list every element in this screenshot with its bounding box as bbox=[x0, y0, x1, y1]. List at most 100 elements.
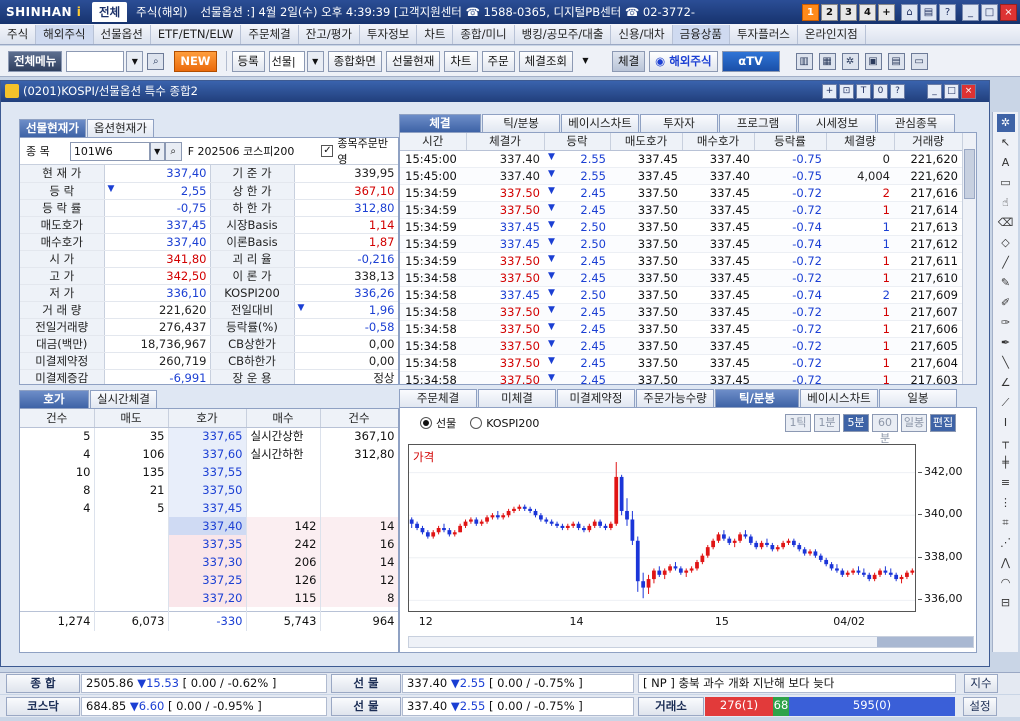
chart-scrollbar[interactable] bbox=[408, 636, 974, 648]
line-tool-icon[interactable]: ╱ bbox=[997, 254, 1015, 272]
calculator-icon[interactable]: ▦ bbox=[818, 52, 836, 70]
table-row[interactable]: 15:45:00 337.40 ▼ 2.55 337.45 337.40 -0.75 0 221… bbox=[400, 150, 962, 168]
radio-futures[interactable] bbox=[420, 417, 432, 429]
futures-current-button[interactable]: 선물현재 bbox=[386, 50, 441, 72]
zero-icon[interactable]: 0 bbox=[873, 84, 888, 99]
ask-price[interactable]: 337,65 bbox=[168, 427, 247, 445]
arc-icon[interactable]: ◠ bbox=[997, 574, 1015, 592]
clear-all-icon[interactable]: ⌫ bbox=[997, 214, 1015, 232]
trades-header[interactable]: 시간 bbox=[400, 133, 467, 151]
period-button[interactable]: 1분 bbox=[814, 414, 840, 432]
close-icon[interactable]: × bbox=[961, 84, 976, 99]
screen-number-input[interactable] bbox=[66, 50, 125, 72]
vertical-line-icon[interactable]: Ⅰ bbox=[997, 414, 1015, 432]
tab-tick-minute-chart[interactable]: 틱/분봉 bbox=[715, 389, 799, 407]
eraser-icon-2[interactable]: ◇ bbox=[997, 234, 1015, 252]
pen-icon-2[interactable]: ✐ bbox=[997, 294, 1015, 312]
tab-investor[interactable]: 투자자 bbox=[640, 114, 718, 132]
pointer-icon[interactable]: ☝ bbox=[997, 194, 1015, 212]
tab-futures-current[interactable]: 선물현재가 bbox=[19, 119, 86, 137]
printer-icon[interactable]: ▥ bbox=[795, 52, 813, 70]
trades-header[interactable]: 매수호가 bbox=[682, 133, 755, 151]
table-row[interactable]: 15:34:59 337.50 ▼ 2.45 337.50 337.45 -0.72 1 217… bbox=[400, 201, 962, 219]
bid-row[interactable]: 337,30 206 14 bbox=[20, 553, 398, 571]
fibonacci-icon[interactable]: ⋮ bbox=[997, 494, 1015, 512]
exec-inquiry-button[interactable]: 체결조회 bbox=[518, 50, 573, 72]
bid-price[interactable]: 337,40 bbox=[168, 517, 247, 535]
tab-market-info[interactable]: 시세정보 bbox=[798, 114, 876, 132]
ask-row[interactable]: 10 135 337,55 bbox=[20, 463, 398, 481]
zigzag-icon[interactable]: ⋀ bbox=[997, 554, 1015, 572]
add-icon[interactable]: + bbox=[822, 84, 837, 99]
all-menu-button[interactable]: 전체메뉴 bbox=[8, 50, 63, 72]
cursor-icon[interactable]: ↖ bbox=[997, 134, 1015, 152]
index-button[interactable]: 지수 bbox=[964, 674, 998, 693]
chevron-down-icon[interactable]: ▼ bbox=[149, 141, 165, 161]
screen-icon[interactable]: ▭ bbox=[910, 52, 928, 70]
table-row[interactable]: 15:34:58 337.50 ▼ 2.45 337.50 337.45 -0.72 1 217… bbox=[400, 371, 962, 384]
top-tab-all[interactable]: 전체 bbox=[92, 2, 128, 22]
menu-overseas-stock[interactable]: 해외주식 bbox=[36, 24, 94, 44]
radio-kospi200[interactable] bbox=[470, 417, 483, 429]
news-ticker[interactable]: [ NP ] 충북 과수 개화 지난해 보다 늦다 bbox=[638, 674, 956, 693]
ask-price[interactable]: 337,60 bbox=[168, 445, 247, 463]
screen-btn-1[interactable]: 1 bbox=[802, 3, 819, 21]
table-row[interactable]: 15:34:59 337.45 ▼ 2.50 337.50 337.45 -0.74 1 217… bbox=[400, 235, 962, 253]
menu-balance[interactable]: 잔고/평가 bbox=[299, 24, 360, 44]
menu-etf[interactable]: ETF/ETN/ELW bbox=[151, 24, 242, 44]
channel-icon[interactable]: ≡ bbox=[997, 474, 1015, 492]
chevron-down-icon[interactable]: ▼ bbox=[306, 50, 324, 72]
table-row[interactable]: 15:34:58 337.50 ▼ 2.45 337.50 337.45 -0.72 1 217… bbox=[400, 320, 962, 338]
cross-line-icon[interactable]: ╪ bbox=[997, 454, 1015, 472]
menu-chart[interactable]: 차트 bbox=[417, 24, 454, 44]
eraser-icon[interactable]: ▭ bbox=[997, 174, 1015, 192]
menu-invest-plus[interactable]: 투자플러스 bbox=[730, 24, 798, 44]
menu-financial-products[interactable]: 금융상품 bbox=[672, 24, 730, 44]
menu-credit[interactable]: 신용/대차 bbox=[611, 24, 673, 44]
pen-icon[interactable]: ✎ bbox=[997, 274, 1015, 292]
tab-orderbook[interactable]: 호가 bbox=[19, 390, 89, 408]
bid-price[interactable]: 337,25 bbox=[168, 571, 247, 589]
print-icon[interactable]: ▤ bbox=[920, 3, 937, 21]
chart-button[interactable]: 차트 bbox=[444, 50, 478, 72]
tab-daily[interactable]: 일봉 bbox=[879, 389, 957, 407]
alpha-tv-button[interactable]: αTV bbox=[721, 50, 780, 72]
menu-invest-info[interactable]: 투자정보 bbox=[360, 24, 418, 44]
table-row[interactable]: 15:34:59 337.50 ▼ 2.45 337.50 337.45 -0.72 1 217… bbox=[400, 252, 962, 270]
settings-button[interactable]: 설정 bbox=[963, 696, 997, 716]
bid-row[interactable]: 337,35 242 16 bbox=[20, 535, 398, 553]
angle-icon[interactable]: ∠ bbox=[997, 374, 1015, 392]
order-button[interactable]: 주문 bbox=[481, 50, 515, 72]
search-icon[interactable]: ⌕ bbox=[164, 141, 182, 161]
home-icon[interactable]: ⌂ bbox=[901, 3, 918, 21]
ruler-icon[interactable]: ⊟ bbox=[997, 594, 1015, 612]
bid-row[interactable]: 337,25 126 12 bbox=[20, 571, 398, 589]
table-row[interactable]: 15:34:58 337.50 ▼ 2.45 337.50 337.45 -0.72 1 217… bbox=[400, 269, 962, 287]
overview-button[interactable]: 종합화면 bbox=[327, 50, 382, 72]
period-button[interactable]: 일봉 bbox=[901, 414, 927, 432]
gear-icon[interactable]: ✲ bbox=[841, 52, 859, 70]
tab-realtime-exec[interactable]: 실시간체결 bbox=[90, 390, 157, 408]
gear-icon[interactable]: ✲ bbox=[996, 114, 1015, 132]
tab-basis-chart[interactable]: 베이시스차트 bbox=[561, 114, 639, 132]
trades-header[interactable]: 매도호가 bbox=[610, 133, 683, 151]
tab-open-interest[interactable]: 미결제약정 bbox=[557, 389, 635, 407]
register-select[interactable]: 선물| bbox=[268, 50, 305, 72]
menu-order-exec[interactable]: 주문체결 bbox=[241, 24, 299, 44]
table-row[interactable]: 15:34:59 337.45 ▼ 2.50 337.50 337.45 -0.74 1 217… bbox=[400, 218, 962, 236]
period-button[interactable]: 5분 bbox=[843, 414, 869, 432]
table-row[interactable]: 15:34:59 337.50 ▼ 2.45 337.50 337.45 -0.72 2 217… bbox=[400, 184, 962, 202]
chevron-down-icon[interactable]: ▼ bbox=[126, 50, 144, 72]
tab-watchlist[interactable]: 관심종목 bbox=[877, 114, 955, 132]
maximize-icon[interactable]: □ bbox=[944, 84, 959, 99]
chevron-down-icon[interactable]: ▼ bbox=[577, 51, 594, 72]
bid-price[interactable]: 337,30 bbox=[168, 553, 247, 571]
tab-order-qty[interactable]: 주문가능수량 bbox=[636, 389, 714, 407]
register-button[interactable]: 등록 bbox=[231, 50, 265, 72]
ask-row[interactable]: 8 21 337,50 bbox=[20, 481, 398, 499]
tab-basis-chart-2[interactable]: 베이시스차트 bbox=[800, 389, 878, 407]
chart-scroll-thumb[interactable] bbox=[877, 637, 973, 647]
menu-online-branch[interactable]: 온라인지점 bbox=[798, 24, 866, 44]
tab-tick-minute[interactable]: 틱/분봉 bbox=[482, 114, 560, 132]
horizontal-line-icon[interactable]: ┬ bbox=[997, 434, 1015, 452]
